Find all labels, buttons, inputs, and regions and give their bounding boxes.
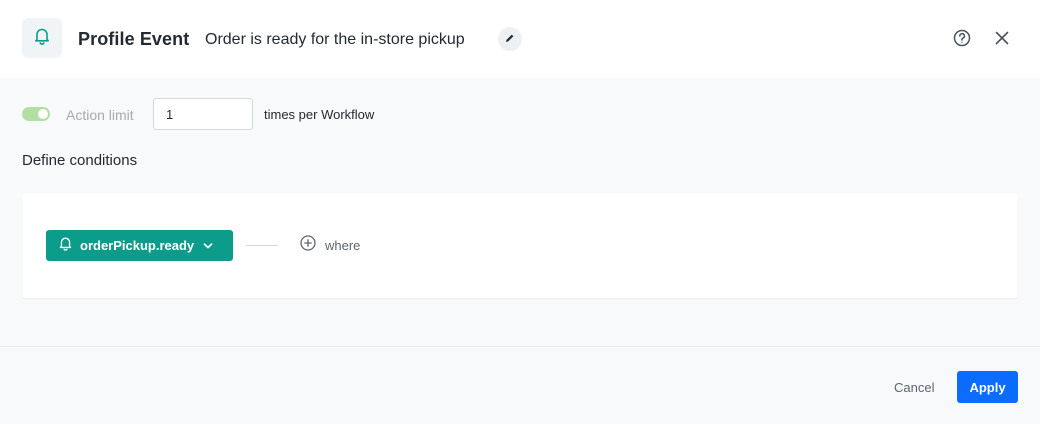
plus-circle-icon bbox=[300, 234, 316, 256]
action-limit-toggle[interactable] bbox=[22, 107, 50, 121]
help-button[interactable] bbox=[951, 27, 973, 49]
bell-icon bbox=[34, 27, 50, 50]
event-selector-button[interactable]: orderPickup.ready bbox=[46, 230, 233, 261]
toggle-knob bbox=[38, 109, 48, 119]
action-limit-label: Action limit bbox=[66, 107, 134, 123]
modal-header: Profile Event Order is ready for the in-… bbox=[0, 0, 1040, 78]
close-icon bbox=[991, 31, 1013, 53]
conditions-card: orderPickup.ready where bbox=[22, 193, 1018, 298]
help-icon bbox=[951, 29, 973, 53]
connector-line bbox=[246, 245, 278, 246]
action-limit-suffix: times per Workflow bbox=[264, 107, 375, 122]
bell-icon bbox=[59, 236, 72, 256]
edit-name-button[interactable] bbox=[498, 27, 522, 51]
event-selector-label: orderPickup.ready bbox=[80, 238, 195, 253]
footer-divider bbox=[0, 346, 1040, 347]
apply-button[interactable]: Apply bbox=[957, 371, 1018, 403]
event-name: Order is ready for the in-store pickup bbox=[205, 31, 465, 48]
event-type-icon-box bbox=[22, 18, 62, 58]
chevron-down-icon bbox=[203, 242, 213, 249]
cancel-button[interactable]: Cancel bbox=[884, 371, 944, 403]
close-button[interactable] bbox=[991, 27, 1013, 49]
modal-title: Profile Event bbox=[78, 29, 190, 49]
action-limit-input[interactable] bbox=[153, 98, 253, 130]
pencil-icon bbox=[505, 30, 515, 48]
add-where-label: where bbox=[325, 237, 361, 253]
add-where-button[interactable]: where bbox=[300, 234, 361, 256]
conditions-title: Define conditions bbox=[22, 152, 138, 169]
